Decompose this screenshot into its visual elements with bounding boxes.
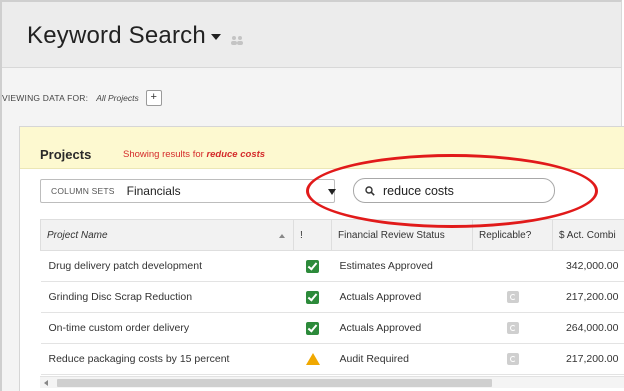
flag-cell: [293, 281, 332, 313]
search-icon: [365, 185, 375, 196]
title-dropdown-caret-icon[interactable]: [211, 34, 221, 40]
replicable-cell: [472, 343, 553, 375]
warning-icon: [305, 353, 320, 366]
replicable-cell: [472, 250, 553, 282]
amount-cell: 264,000.00: [552, 312, 624, 344]
flag-cell: [293, 343, 332, 375]
column-header-actual-combined[interactable]: $ Act. Combi: [552, 219, 624, 251]
scroll-left-icon[interactable]: [44, 380, 48, 386]
showing-results-keyword: reduce costs: [206, 149, 266, 160]
project-name-cell[interactable]: On-time custom order delivery: [40, 312, 294, 344]
review-status-cell: Estimates Approved: [331, 250, 473, 282]
viewing-data-label: VIEWING DATA FOR:: [2, 93, 89, 103]
sort-ascending-icon[interactable]: [279, 234, 285, 238]
page-title: Keyword Search: [27, 22, 206, 49]
review-status-cell: Actuals Approved: [331, 281, 473, 313]
review-status-cell: Actuals Approved: [331, 312, 473, 344]
viewing-data-bar: VIEWING DATA FOR: All Projects +: [2, 88, 162, 108]
table-row[interactable]: Reduce packaging costs by 15 percent Aud…: [40, 343, 624, 375]
project-name-cell[interactable]: Grinding Disc Scrap Reduction: [40, 281, 294, 313]
amount-cell: 217,200.00: [552, 281, 624, 313]
amount-cell: 342,000.00: [552, 250, 624, 282]
check-icon: [306, 259, 319, 273]
project-name-cell[interactable]: Reduce packaging costs by 15 percent: [40, 343, 294, 375]
search-input-value: reduce costs: [383, 183, 454, 198]
amount-cell: 217,200.00: [552, 343, 624, 375]
add-filter-button[interactable]: +: [145, 90, 162, 106]
replicate-icon[interactable]: [506, 291, 519, 304]
project-name-cell[interactable]: Drug delivery patch development: [40, 250, 294, 282]
keyword-search-input[interactable]: reduce costs: [353, 178, 555, 203]
scrollbar-thumb[interactable]: [57, 379, 492, 387]
table-row[interactable]: Drug delivery patch development Estimate…: [40, 250, 624, 282]
page-header: Keyword Search: [2, 2, 621, 68]
projects-panel-header: Projects Showing results for reduce cost…: [20, 127, 624, 169]
showing-results-text: Showing results for reduce costs: [123, 149, 265, 160]
flag-cell: [293, 250, 332, 282]
column-header-flag[interactable]: !: [293, 219, 332, 251]
table-row[interactable]: On-time custom order delivery Actuals Ap…: [40, 312, 624, 344]
table-row[interactable]: Grinding Disc Scrap Reduction Actuals Ap…: [40, 281, 624, 313]
shared-users-icon: [231, 36, 243, 45]
column-header-financial-review-status[interactable]: Financial Review Status: [331, 219, 473, 251]
replicate-icon[interactable]: [506, 322, 519, 335]
projects-title: Projects: [40, 147, 92, 162]
replicable-cell: [472, 281, 553, 313]
chevron-down-icon: [328, 189, 336, 195]
replicable-cell: [472, 312, 553, 344]
flag-cell: [293, 312, 332, 344]
viewing-data-value[interactable]: All Projects: [96, 93, 139, 103]
check-icon: [306, 321, 319, 335]
column-header-replicable[interactable]: Replicable?: [472, 219, 553, 251]
column-sets-dropdown[interactable]: COLUMN SETS Financials: [40, 179, 336, 203]
column-header-project-name[interactable]: Project Name: [40, 219, 294, 251]
check-icon: [306, 290, 319, 304]
review-status-cell: Audit Required: [331, 343, 473, 375]
horizontal-scrollbar[interactable]: [40, 376, 624, 388]
column-sets-label: COLUMN SETS: [51, 186, 115, 196]
projects-table: Project Name ! Financial Review Status R…: [40, 219, 624, 375]
replicate-icon[interactable]: [506, 353, 519, 366]
column-sets-value: Financials: [126, 184, 181, 198]
showing-results-prefix: Showing results for: [123, 149, 204, 160]
table-header-row: Project Name ! Financial Review Status R…: [40, 219, 624, 251]
